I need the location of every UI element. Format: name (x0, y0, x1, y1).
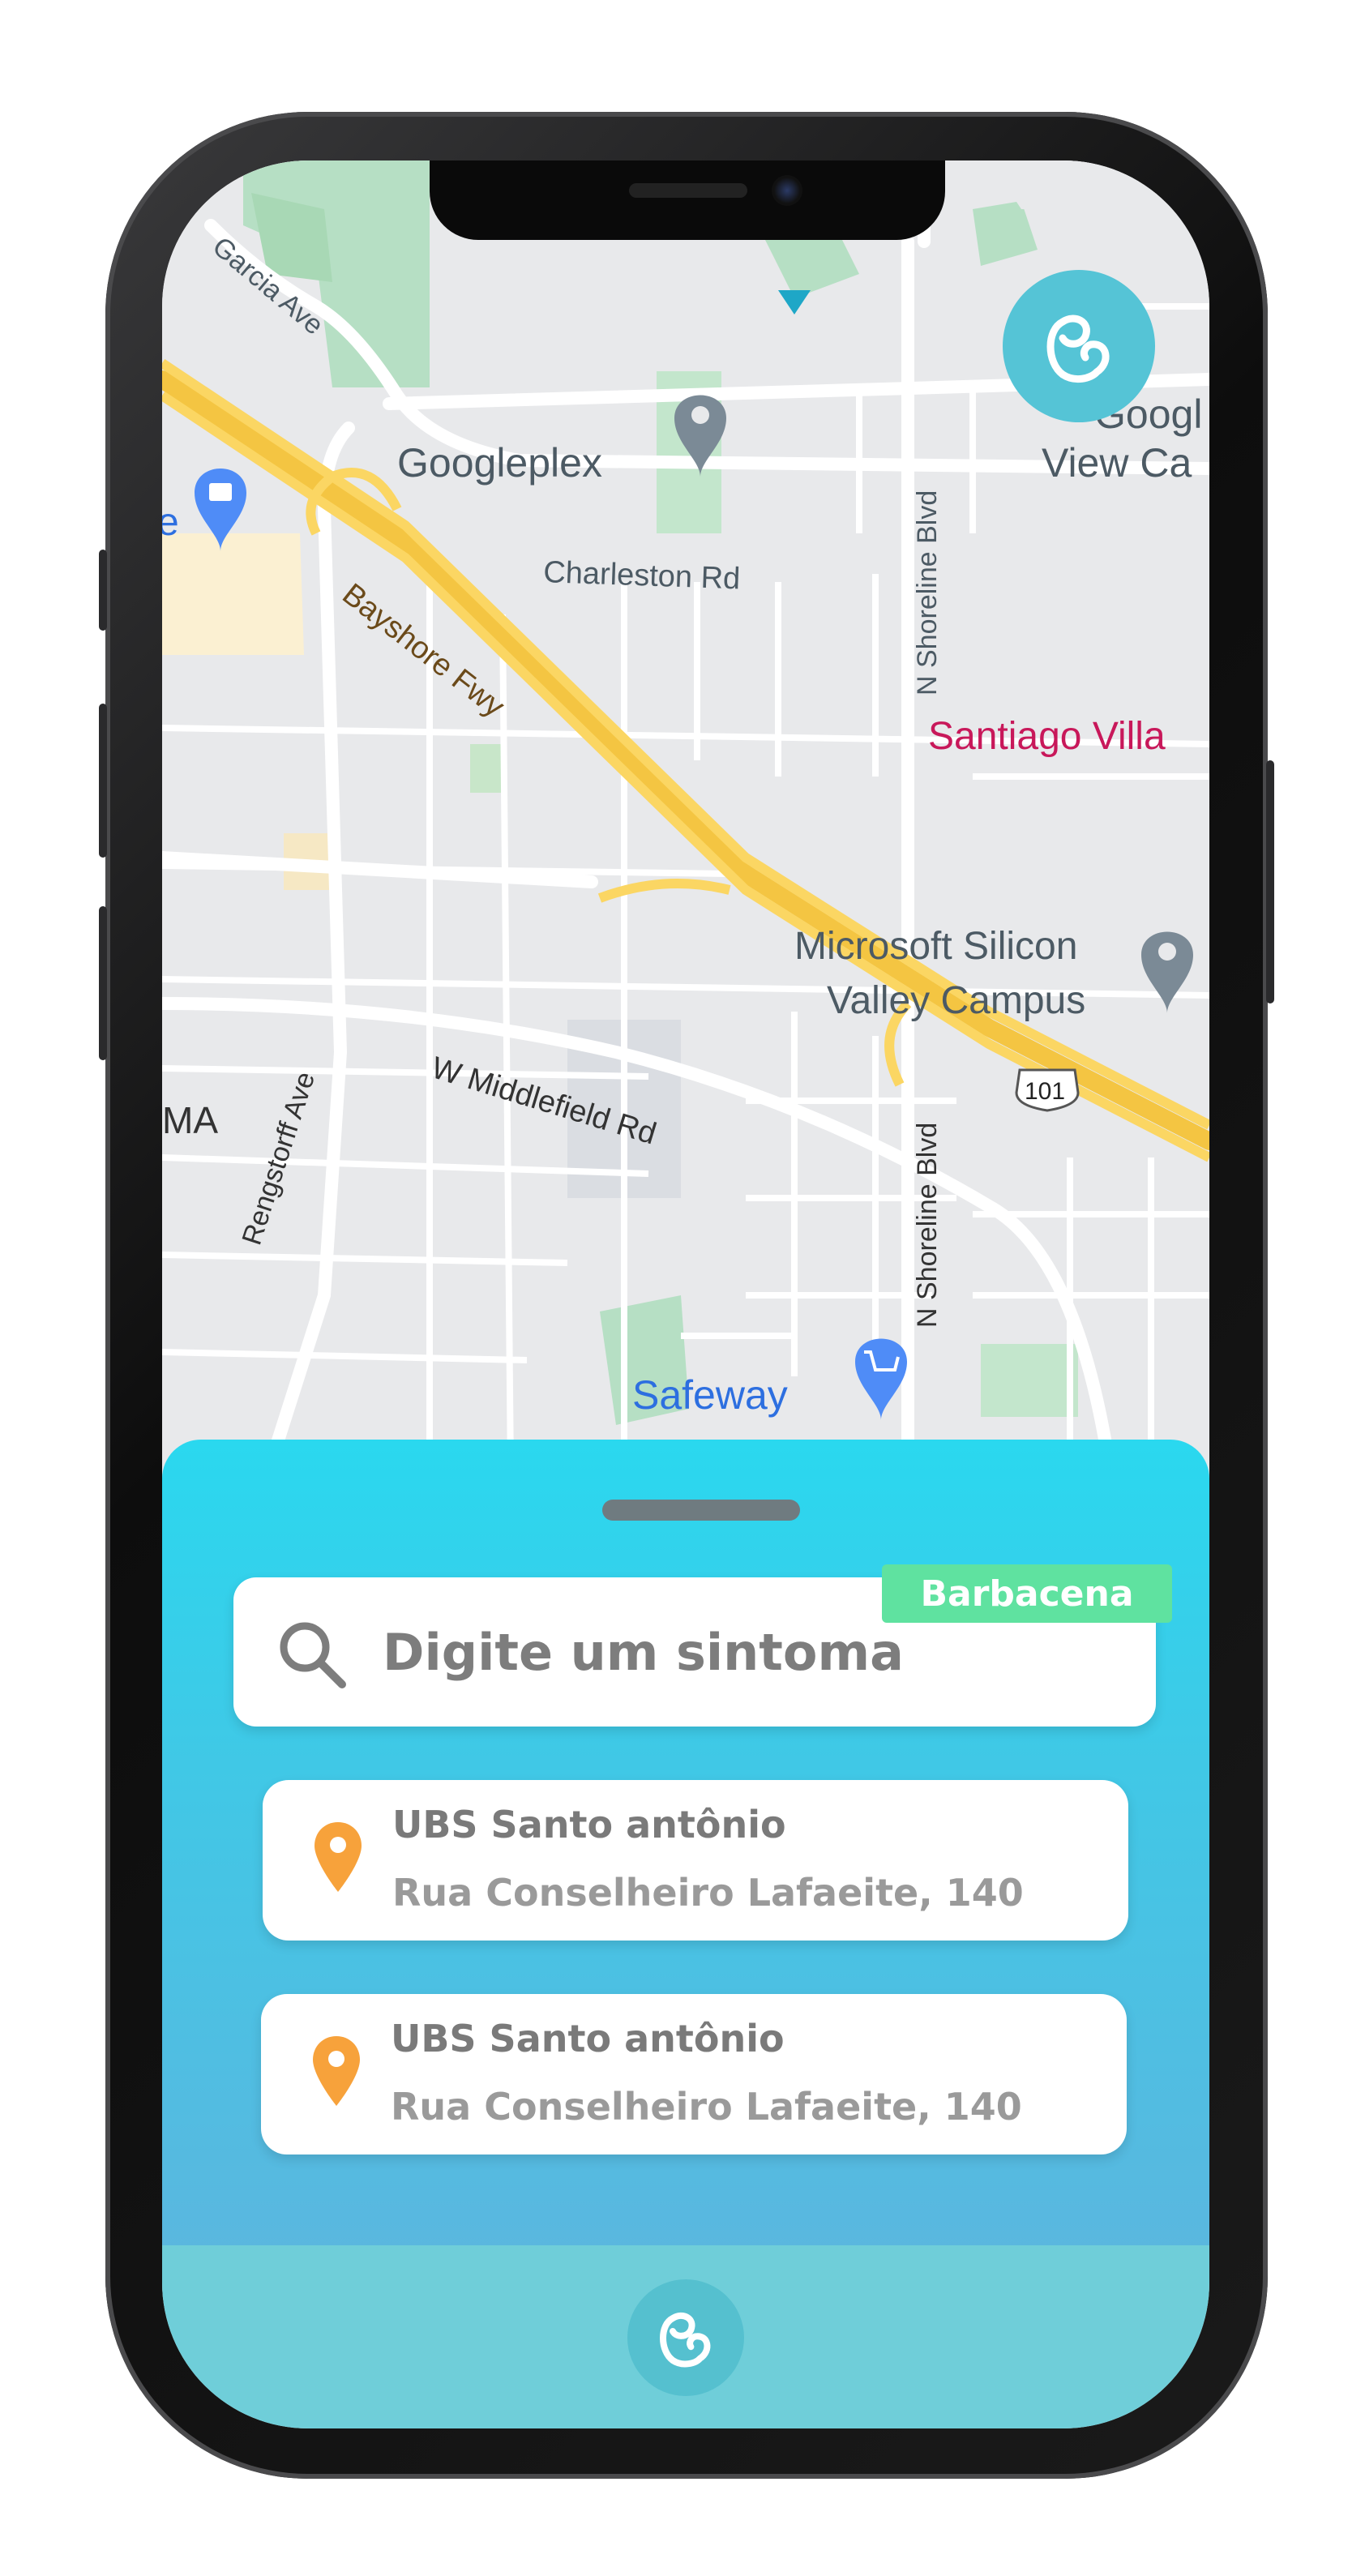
app-logo-button[interactable] (1003, 270, 1155, 422)
search-input[interactable] (383, 1611, 1096, 1692)
map-label-n-shoreline-top: N Shoreline Blvd (912, 490, 943, 695)
map-label-microsoft-1: Microsoft Silicon (794, 925, 1077, 968)
result-card[interactable]: UBS Santo antônio Rua Conselheiro Lafaei… (261, 1994, 1127, 2155)
notch (430, 160, 945, 240)
map-label-google-view-2: View Ca (1042, 440, 1192, 486)
phone-frame: Garcia Ave Googleplex Googl View Ca Char… (99, 112, 1274, 2479)
result-address: Rua Conselheiro Lafaeite, 140 (391, 2085, 1022, 2129)
result-address: Rua Conselheiro Lafaeite, 140 (392, 1871, 1024, 1915)
map-label-ma: MA (162, 1099, 218, 1141)
result-card[interactable]: UBS Santo antônio Rua Conselheiro Lafaei… (263, 1780, 1128, 1941)
phone-screen: Garcia Ave Googleplex Googl View Ca Char… (162, 160, 1209, 2428)
app-logo-icon (660, 2312, 711, 2368)
search-icon[interactable] (276, 1618, 349, 1691)
map-label-safeway: Safeway (632, 1372, 788, 1418)
sheet-drag-handle[interactable] (602, 1500, 800, 1521)
map-label-googleplex: Googleplex (397, 440, 602, 486)
map-label-n-shoreline-bottom: N Shoreline Blvd (912, 1123, 943, 1328)
speaker (629, 183, 747, 198)
bottom-tab-bar (162, 2245, 1209, 2428)
power-button (1266, 760, 1274, 1003)
result-name: UBS Santo antônio (391, 2017, 785, 2060)
map-label-charleston-rd: Charleston Rd (543, 555, 741, 596)
volume-up-button (99, 704, 107, 858)
front-camera (772, 175, 802, 206)
city-badge[interactable]: Barbacena (882, 1564, 1172, 1623)
bottom-sheet: Barbacena UBS Santo antônio Rua Conselhe… (162, 1440, 1209, 2252)
app-logo-icon (1046, 315, 1110, 383)
location-pin-icon (315, 1822, 362, 1892)
result-name: UBS Santo antônio (392, 1803, 786, 1846)
map-label-santiago-villa: Santiago Villa (928, 715, 1166, 758)
mute-switch (99, 550, 107, 631)
map-label-edge-e: e (162, 501, 179, 544)
location-pin-icon (313, 2036, 360, 2106)
map-label-microsoft-2: Valley Campus (827, 979, 1085, 1022)
map-label-route-101: 101 (1025, 1078, 1065, 1105)
home-logo-button[interactable] (627, 2279, 744, 2396)
volume-down-button (99, 906, 107, 1060)
